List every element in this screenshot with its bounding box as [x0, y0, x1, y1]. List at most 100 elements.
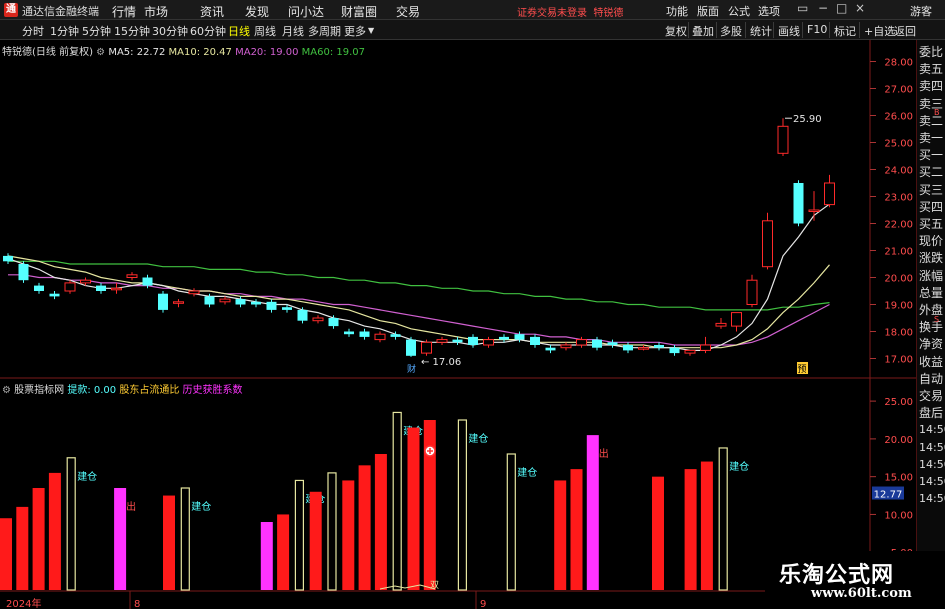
period-more[interactable]: 更多	[344, 23, 366, 39]
side-item[interactable]: 总量	[919, 286, 945, 300]
side-item[interactable]: 收益	[919, 355, 945, 369]
menu-faxian[interactable]: 发现	[245, 3, 269, 20]
tool-zixuan[interactable]: +自选	[864, 23, 895, 39]
tool-f10[interactable]: F10	[807, 23, 827, 36]
candle-body	[638, 347, 649, 350]
legend-ma5: MA5: 22.72	[108, 47, 166, 58]
indicator-bar	[570, 469, 583, 590]
side-item[interactable]: 卖二	[919, 114, 945, 128]
period-daily[interactable]: 日线	[228, 23, 250, 39]
period-15min[interactable]: 15分钟	[114, 23, 150, 39]
side-item[interactable]: 涨幅	[919, 269, 945, 283]
side-item[interactable]: 自动	[919, 372, 945, 386]
indicator-bar-fill	[260, 522, 273, 590]
period-1min[interactable]: 1分钟	[50, 23, 79, 39]
indicator-bar	[554, 480, 567, 590]
side-item[interactable]: 买四	[919, 200, 945, 214]
tool-fuquan[interactable]: 复权	[665, 23, 687, 39]
window-menu-icon[interactable]: ▭	[797, 1, 808, 15]
menu-gongshi[interactable]: 公式	[728, 3, 750, 19]
sub-axis-label: 10.00	[884, 510, 913, 521]
side-item[interactable]: 盘后	[919, 406, 945, 420]
menu-gongneng[interactable]: 功能	[666, 3, 688, 19]
side-item[interactable]: 委比	[919, 45, 945, 59]
side-item[interactable]: 外盘	[919, 303, 945, 317]
candle-body	[158, 293, 168, 310]
side-item[interactable]: 14:50	[919, 458, 945, 472]
quote-side-panel: 委比卖五卖四卖三卖二卖一买一买二买三买四买五现价涨跌涨幅总量外盘换手净资收益自动…	[916, 40, 945, 609]
tool-duogu[interactable]: 多股	[720, 23, 742, 39]
menu-zixun[interactable]: 资讯	[200, 3, 224, 20]
kline-chart[interactable]: 28.00 27.00 26.00 25.00 24.00 23.00 22.00 21.00…	[0, 40, 916, 609]
candle-body	[592, 339, 602, 348]
menu-jiaoyi[interactable]: 交易	[396, 3, 420, 20]
menu-caifuquan[interactable]: 财富圈	[341, 3, 377, 20]
tool-diejia[interactable]: 叠加	[692, 23, 714, 39]
side-item[interactable]: 交易	[919, 389, 945, 403]
indicator-bar-outline	[327, 472, 337, 591]
login-status[interactable]: 证券交易未登录 特锐德	[517, 4, 623, 19]
tool-fanhui[interactable]: 返回	[894, 23, 916, 39]
menu-shichang[interactable]: 市场	[144, 3, 168, 20]
maximize-icon[interactable]: □	[836, 1, 847, 15]
price-axis-label: 26.00	[884, 112, 913, 123]
tool-biaoji[interactable]: 标记	[834, 23, 856, 39]
candle	[700, 336, 711, 354]
side-item[interactable]: 买三	[919, 183, 945, 197]
watermark: 乐淘公式网 www.60lt.com	[765, 551, 945, 609]
menu-hangqing[interactable]: 行情	[112, 3, 136, 20]
side-item[interactable]: 买一	[919, 148, 945, 162]
period-monthly[interactable]: 月线	[282, 23, 304, 39]
indicator-label: 建仓	[77, 470, 97, 483]
candle-body	[251, 301, 261, 305]
period-5min[interactable]: 5分钟	[82, 23, 111, 39]
candle	[158, 291, 168, 313]
legend-settings-icon[interactable]: ⚙	[96, 47, 105, 58]
candle	[406, 336, 416, 357]
candle-body	[483, 339, 494, 346]
indicator-bar	[0, 518, 12, 590]
side-item[interactable]: 14:50	[919, 492, 945, 506]
more-chevron-icon[interactable]: ▼	[368, 26, 374, 35]
sub-settings-icon[interactable]: ⚙	[2, 385, 11, 396]
indicator-bar	[309, 491, 322, 590]
side-item[interactable]: 14:50	[919, 441, 945, 455]
side-item[interactable]: 卖五	[919, 62, 945, 76]
menu-xuanxiang[interactable]: 选项	[758, 3, 780, 19]
tool-huaxian[interactable]: 画线	[778, 23, 800, 39]
menu-banmian[interactable]: 版面	[697, 3, 719, 19]
indicator-bar-outline	[294, 479, 304, 591]
menu-wenxiaoda[interactable]: 问小达	[288, 3, 324, 20]
side-item[interactable]: 卖三	[919, 97, 945, 111]
indicator-bar	[700, 461, 713, 590]
close-icon[interactable]: ×	[855, 1, 865, 15]
candle-body	[514, 334, 525, 340]
guest-label[interactable]: 游客	[910, 3, 932, 19]
side-item[interactable]: 涨跌	[919, 251, 945, 265]
indicator-label: 建仓	[191, 500, 211, 513]
indicator-bar-fill	[684, 469, 697, 590]
candle-body	[669, 347, 680, 354]
candle-body	[3, 255, 13, 262]
indicator-bar	[718, 447, 728, 591]
side-item[interactable]: 卖一	[919, 131, 945, 145]
side-item[interactable]: 14:50	[919, 475, 945, 489]
legend-ma20: MA20: 19.00	[235, 47, 299, 58]
period-60min[interactable]: 60分钟	[190, 23, 226, 39]
tool-tongji[interactable]: 统计	[750, 23, 772, 39]
period-weekly[interactable]: 周线	[254, 23, 276, 39]
period-fenshi[interactable]: 分时	[22, 23, 44, 39]
main-legend: 特锐德(日线 前复权) ⚙ MA5: 22.72 MA10: 20.47 MA2…	[2, 43, 365, 58]
app-logo-icon: 通	[4, 3, 18, 17]
side-item[interactable]: 换手	[919, 320, 945, 334]
candle-body	[204, 296, 215, 305]
side-item[interactable]: 14:50	[919, 423, 945, 437]
minimize-icon[interactable]: −	[818, 1, 828, 15]
side-item[interactable]: 卖四	[919, 79, 945, 93]
period-30min[interactable]: 30分钟	[152, 23, 188, 39]
side-item[interactable]: 净资	[919, 337, 945, 351]
side-item[interactable]: 现价	[919, 234, 945, 248]
side-item[interactable]: 买二	[919, 165, 945, 179]
period-multi[interactable]: 多周期	[308, 23, 341, 39]
side-item[interactable]: 买五	[919, 217, 945, 231]
